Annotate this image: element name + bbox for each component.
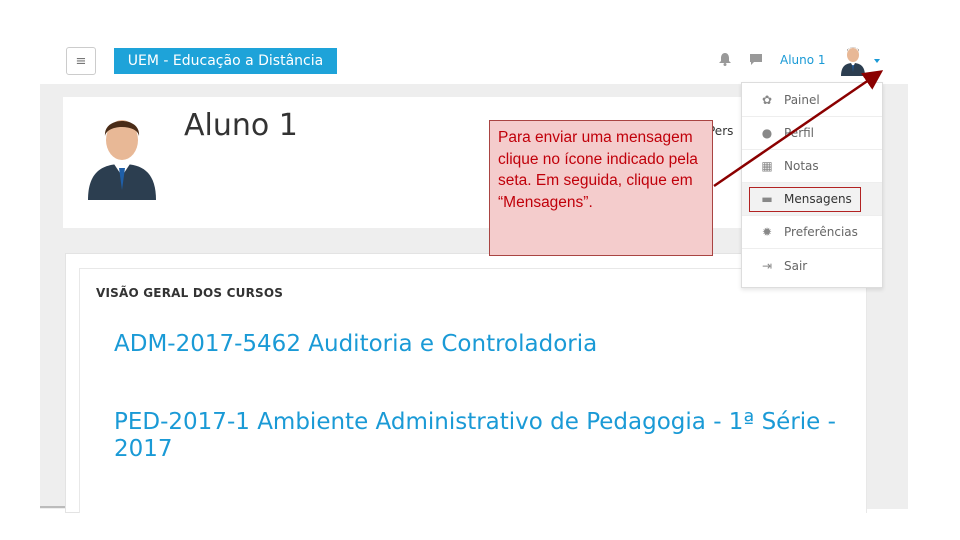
- instruction-callout: Para enviar uma mensagem clique no ícone…: [489, 120, 713, 256]
- annotation-arrow: [713, 70, 884, 188]
